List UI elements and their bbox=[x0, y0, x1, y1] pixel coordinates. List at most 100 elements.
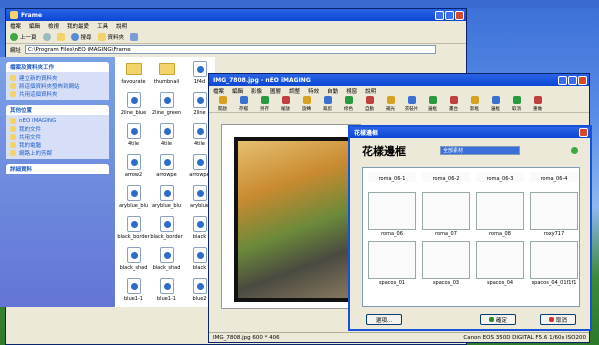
dialog-titlebar[interactable]: 花樣邊框 bbox=[350, 127, 590, 138]
maximize-button[interactable] bbox=[568, 75, 577, 85]
file-item[interactable]: 2line_blue bbox=[117, 90, 150, 124]
menu-item[interactable]: 影像 bbox=[251, 87, 262, 95]
menu-item[interactable]: 特效 bbox=[308, 87, 319, 95]
file-item[interactable]: aryblue_blu bbox=[117, 183, 150, 217]
ok-button[interactable]: 確定 bbox=[480, 314, 516, 325]
frame-thumbnail[interactable]: roma_07 bbox=[422, 192, 470, 237]
file-item[interactable]: 4tile bbox=[117, 121, 150, 155]
panel-title[interactable]: 其他位置 bbox=[6, 105, 109, 115]
frame-thumbnail[interactable]: roma_06 bbox=[368, 192, 416, 237]
file-item[interactable]: arrow2 bbox=[117, 152, 150, 186]
frame-label: roxy717 bbox=[543, 231, 565, 237]
dialog-close-button[interactable] bbox=[579, 128, 588, 137]
toolbar-button[interactable]: 邊框 bbox=[486, 95, 505, 112]
frame-thumbnail[interactable]: roma_06-1 bbox=[368, 172, 416, 182]
menu-item[interactable]: 調整 bbox=[289, 87, 300, 95]
menu-item[interactable]: 圖層 bbox=[270, 87, 281, 95]
task-link[interactable]: 共用這個資料夾 bbox=[10, 90, 105, 98]
close-button[interactable] bbox=[578, 75, 587, 85]
address-input[interactable]: C:\Program Files\nEO iMAGING\Frame bbox=[25, 45, 436, 54]
toolbar-button[interactable]: 裁剪 bbox=[318, 95, 337, 112]
cancel-button[interactable]: 取消 bbox=[540, 314, 576, 325]
search-icon bbox=[70, 32, 79, 41]
frame-thumbnail[interactable]: roma_08 bbox=[476, 192, 524, 237]
toolbar-button[interactable]: 重做 bbox=[528, 95, 547, 112]
task-link[interactable]: 網路上的芳鄰 bbox=[10, 149, 105, 157]
file-item[interactable]: blue1-1 bbox=[150, 276, 183, 310]
minimize-button[interactable] bbox=[435, 10, 444, 20]
panel-title[interactable]: 詳細資料 bbox=[6, 164, 109, 174]
toolbar-button[interactable]: 修色 bbox=[339, 95, 358, 112]
task-link[interactable]: nEO iMAGING bbox=[10, 117, 105, 125]
refresh-icon[interactable] bbox=[571, 147, 578, 154]
search-button[interactable]: 搜尋 bbox=[70, 32, 92, 41]
toolbar-button[interactable]: 存檔 bbox=[234, 95, 253, 112]
frame-thumbnail[interactable]: spacos_03 bbox=[422, 241, 470, 286]
toolbar-button[interactable]: 開啟 bbox=[213, 95, 232, 112]
menu-item[interactable]: 檢視 bbox=[48, 22, 59, 30]
toolbar-button[interactable]: 畫台 bbox=[444, 95, 463, 112]
file-name: blue1-1 bbox=[124, 296, 143, 302]
minimize-button[interactable] bbox=[558, 75, 567, 85]
toolbar-button[interactable]: 自動 bbox=[360, 95, 379, 112]
file-item[interactable]: black_shad bbox=[150, 245, 183, 279]
file-item[interactable]: 4tile bbox=[150, 121, 183, 155]
toolbar-button[interactable]: 衣裝片 bbox=[402, 95, 421, 112]
toolbar-button[interactable]: 另存 bbox=[255, 95, 274, 112]
task-link[interactable]: 共用文件 bbox=[10, 133, 105, 141]
frame-thumbnail[interactable]: spacos_01 bbox=[368, 241, 416, 286]
menu-item[interactable]: 檔案 bbox=[10, 22, 21, 30]
menu-item[interactable]: 說明 bbox=[365, 87, 376, 95]
task-icon bbox=[10, 150, 16, 156]
toolbar-button[interactable]: 影框 bbox=[465, 95, 484, 112]
frame-thumbnail[interactable]: roxy717 bbox=[530, 192, 578, 237]
frame-thumbnail[interactable]: spacos_04 bbox=[476, 241, 524, 286]
toolbar-button[interactable]: 取消 bbox=[507, 95, 526, 112]
task-link[interactable]: 建立新的資料夾 bbox=[10, 74, 105, 82]
file-item[interactable]: blue1-1 bbox=[117, 276, 150, 310]
folder-icon bbox=[125, 63, 142, 75]
file-item[interactable]: black_shad bbox=[117, 245, 150, 279]
menu-item[interactable]: 自動 bbox=[327, 87, 338, 95]
menu-item[interactable]: 檔案 bbox=[213, 87, 224, 95]
task-link[interactable]: 將這個資料夾發佈到網站 bbox=[10, 82, 105, 90]
file-item[interactable]: 2line_green bbox=[150, 90, 183, 124]
folders-button[interactable]: 資料夾 bbox=[97, 32, 124, 41]
photo-canvas[interactable] bbox=[221, 124, 361, 309]
frame-thumbnail[interactable]: roma_06-3 bbox=[476, 172, 524, 182]
explorer-title: Frame bbox=[21, 11, 43, 19]
menu-item[interactable]: 說明 bbox=[116, 22, 127, 30]
explorer-titlebar[interactable]: Frame bbox=[6, 9, 466, 21]
maximize-button[interactable] bbox=[445, 10, 454, 20]
menu-item[interactable]: 編輯 bbox=[232, 87, 243, 95]
file-item[interactable]: arrowpe bbox=[150, 152, 183, 186]
views-icon[interactable] bbox=[130, 32, 139, 41]
file-item[interactable]: black_border bbox=[150, 214, 183, 248]
menu-item[interactable]: 工具 bbox=[97, 22, 108, 30]
toolbar-button[interactable]: 補光 bbox=[381, 95, 400, 112]
panel-title[interactable]: 檔案及資料夾工作 bbox=[6, 62, 109, 72]
file-item[interactable]: black_border bbox=[117, 214, 150, 248]
up-folder-icon[interactable] bbox=[56, 32, 65, 41]
toolbar-button[interactable]: 縮放 bbox=[276, 95, 295, 112]
forward-arrow-icon[interactable] bbox=[42, 32, 51, 41]
menu-item[interactable]: 視窗 bbox=[346, 87, 357, 95]
toolbar-button[interactable]: 旋轉 bbox=[297, 95, 316, 112]
task-icon bbox=[10, 83, 16, 89]
toolbar-button[interactable]: 邊框 bbox=[423, 95, 442, 112]
frame-thumbnail[interactable]: roma_06-4 bbox=[530, 172, 578, 182]
menu-item[interactable]: 編輯 bbox=[29, 22, 40, 30]
back-button[interactable]: 上一頁 bbox=[10, 32, 37, 41]
category-select[interactable]: 全部素材 bbox=[440, 146, 520, 155]
frame-thumbnail[interactable]: spacos_04_01f1f1 bbox=[530, 241, 578, 286]
close-button[interactable] bbox=[455, 10, 464, 20]
menu-item[interactable]: 我的最愛 bbox=[67, 22, 89, 30]
file-item[interactable]: aryblue_blu bbox=[150, 183, 183, 217]
task-link[interactable]: 我的文件 bbox=[10, 125, 105, 133]
file-item[interactable]: favourate bbox=[117, 59, 150, 93]
frame-thumbnail[interactable]: roma_06-2 bbox=[422, 172, 470, 182]
viewer-titlebar[interactable]: IMG_7808.jpg - nEO iMAGING bbox=[209, 74, 589, 86]
options-button[interactable]: 選項... bbox=[366, 314, 402, 325]
file-item[interactable]: thumbnail bbox=[150, 59, 183, 93]
task-link[interactable]: 我的電腦 bbox=[10, 141, 105, 149]
